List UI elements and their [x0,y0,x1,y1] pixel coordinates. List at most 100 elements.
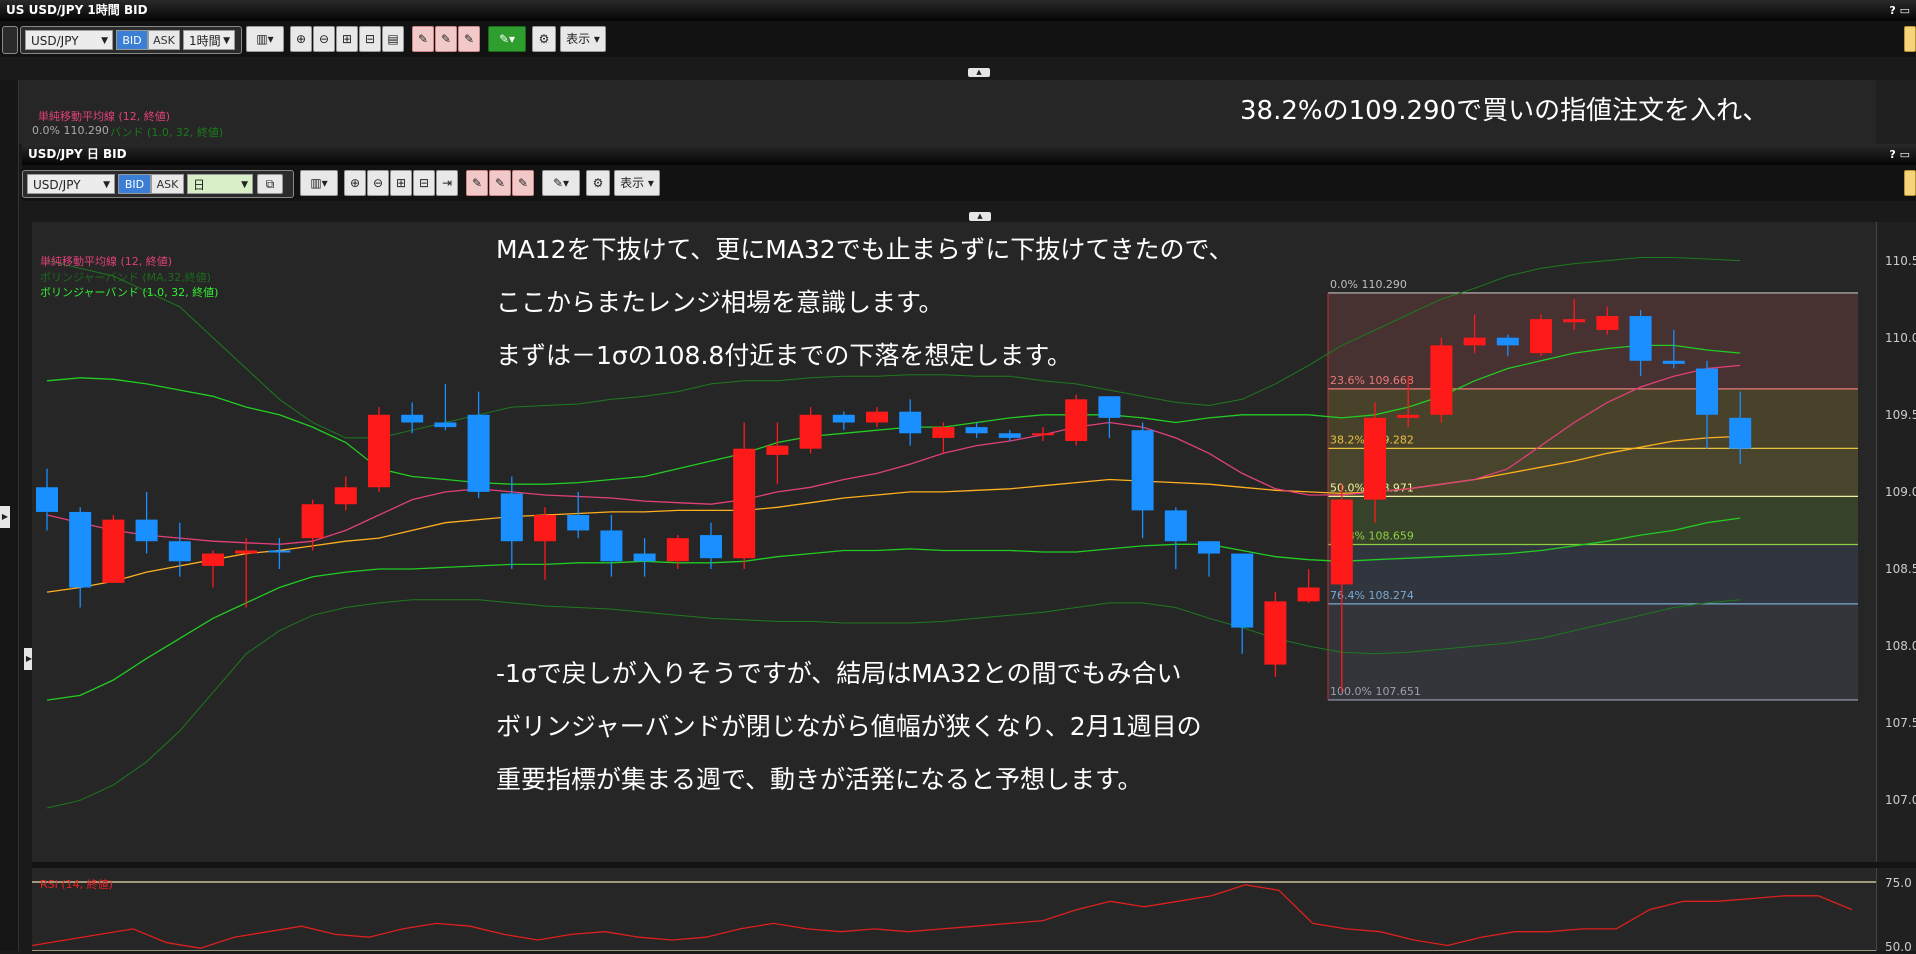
main-order-edit-button[interactable]: ✎ [489,170,511,196]
candle [965,422,988,438]
main-window-titlebar: USD/JPY 日 BID ? ▭ [22,144,1916,165]
candle-body [1729,417,1752,449]
rsi-chart[interactable] [32,868,1876,951]
top-band-label: バンド (1.0, 32, 終値) [110,126,224,139]
candle-body [334,487,357,505]
main-bid-toggle[interactable]: BID [118,174,151,194]
candle [733,422,756,569]
main-side-tab[interactable] [1904,170,1916,196]
fit-button[interactable]: ⊞ [336,26,358,52]
indicator-button[interactable]: ⚙ [532,26,556,52]
candle-body [1629,316,1652,361]
main-window-controls[interactable]: ? ▭ [1889,144,1910,165]
candle [832,411,855,431]
side-tab[interactable] [1904,26,1916,52]
candle [932,422,955,454]
main-zoom-out-button[interactable]: ⊖ [367,170,389,196]
candle-body [733,448,756,559]
main-collapse-handle[interactable]: ▲ [969,212,991,221]
price-tick: 109.5 [1885,407,1916,422]
main-draw-tool-button[interactable]: ✎▾ [542,170,580,196]
candle-body [832,414,855,423]
candle [1430,337,1453,423]
candle [268,538,291,569]
order-edit-button[interactable]: ✎ [435,26,457,52]
symbol-select[interactable]: USD/JPY ▼ [25,30,113,50]
bid-toggle[interactable]: BID [116,30,148,50]
left-expand-handle[interactable]: ▶ [0,506,10,528]
main-ask-toggle[interactable]: ASK [151,174,184,194]
rsi-scale[interactable]: 75.0 50.0 [1876,868,1916,954]
candle-body [932,427,955,438]
top-sma-label: 単純移動平均線 (12, 終値) [38,110,171,123]
candle-body [899,411,922,434]
order-button[interactable]: ✎ [412,26,434,52]
candle-body [1131,430,1154,511]
candle [666,535,689,569]
candle [1264,592,1287,677]
candle-body [866,411,888,423]
price-tick: 110.5 [1885,253,1916,268]
candle-body [1098,396,1121,418]
candle-body [1596,316,1619,330]
candle-body [1530,319,1552,354]
candle [434,383,457,431]
rsi-line [32,884,1853,949]
price-scale[interactable]: 110.5 110.0 109.5 109.0 108.5 108.0 107.… [1876,222,1916,862]
main-fit-button[interactable]: ⊞ [390,170,412,196]
main-chart-type-button[interactable]: ▥▾ [300,170,338,196]
candle [766,422,789,485]
main-display-menu[interactable]: 表示 ▾ [614,170,660,196]
order-delete-button[interactable]: ✎ [458,26,480,52]
main-timeframe-select[interactable]: 日 ▼ [187,174,253,194]
top-collapse-handle[interactable]: ▲ [968,68,990,77]
symbol-group: USD/JPY ▼ BID ASK 1時間 ▼ [20,26,242,54]
price-tick: 110.0 [1885,330,1916,345]
ask-toggle[interactable]: ASK [148,30,180,50]
candle [866,407,888,428]
candle [1530,314,1552,357]
display-menu[interactable]: 表示 ▾ [560,26,606,52]
main-window-toolbar: USD/JPY ▼ BID ASK 日 ▼ ⧉ ▥▾ ⊕ ⊖ ⊞ ⊟ ⇥ ✎ ✎ ✎… [22,165,1916,201]
main-indicator-button[interactable]: ⚙ [586,170,610,196]
main-link-button[interactable]: ⧉ [257,174,283,194]
draw-tool-button[interactable]: ✎▾ [488,26,526,52]
window-button[interactable]: ▤ [382,26,404,52]
fib-level-label: 0.0% 110.290 [1330,278,1407,291]
candle-body [500,493,523,542]
note-line-6: 重要指標が集まる週で、動きが活発になると予想します。 [496,765,1143,794]
candle-body [1364,417,1386,500]
main-order-button[interactable]: ✎ [466,170,488,196]
candle-body [368,414,390,488]
candle-body [1032,433,1054,436]
zoom-in-button[interactable]: ⊕ [290,26,312,52]
scroll-button[interactable]: ⊟ [359,26,381,52]
candle-body [1065,399,1088,441]
main-scroll-button[interactable]: ⊟ [413,170,435,196]
candle [799,407,822,454]
candle [102,515,125,583]
timeframe-select[interactable]: 1時間 ▼ [183,30,235,50]
zoom-out-button[interactable]: ⊖ [313,26,335,52]
candle-body [69,511,92,588]
note-line-3: まずは－1σの108.8付近までの下落を想定します。 [496,341,1072,370]
candle [600,515,623,577]
chart-type-button[interactable]: ▥▾ [246,26,284,52]
main-window-button[interactable]: ⇥ [436,170,458,196]
main-chart-panel: 0.0% 110.290 23.6% 109.668 38.2% 109.282 50… [32,222,1876,862]
top-window-controls[interactable]: ? ▭ [1889,0,1910,21]
price-tick: 108.5 [1885,561,1916,576]
candle-body [1397,414,1420,418]
note-line-5: ボリンジャーバンドが閉じながら値幅が狭くなり、2月1週目の [496,712,1202,741]
candle-body [1264,601,1287,665]
top-window-titlebar: US USD/JPY 1時間 BID ? ▭ [0,0,1916,21]
candle-body [401,414,424,423]
hidden-tab-stub[interactable] [2,26,18,54]
top-fib-label: 0.0% 110.290 [32,124,109,137]
candle [135,491,158,554]
candle-body [268,550,291,553]
main-order-delete-button[interactable]: ✎ [512,170,534,196]
candle [567,491,590,539]
main-zoom-in-button[interactable]: ⊕ [344,170,366,196]
main-symbol-select[interactable]: USD/JPY ▼ [27,174,115,194]
